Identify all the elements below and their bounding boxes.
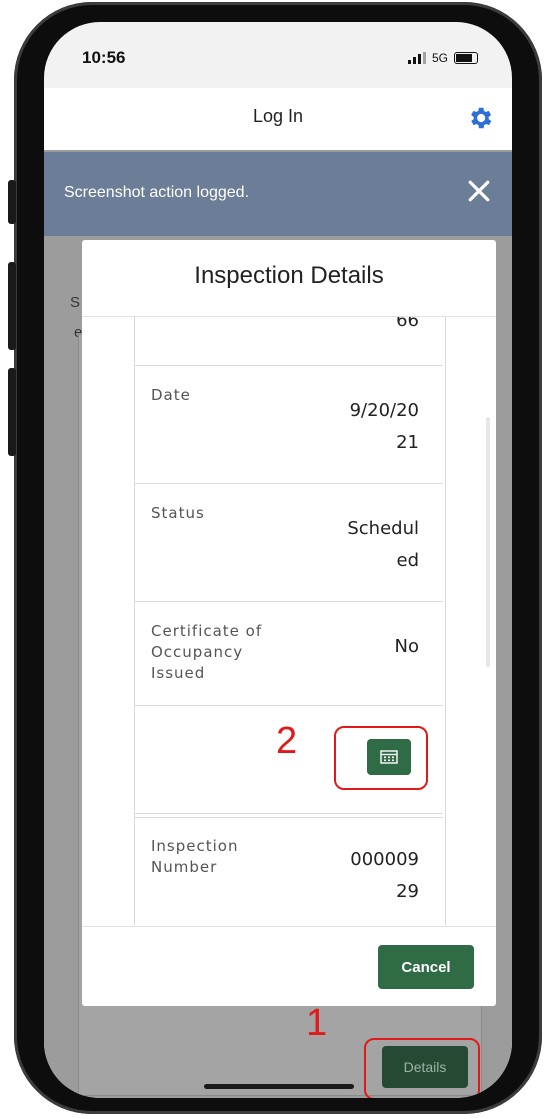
modal-scrollbar[interactable] — [486, 417, 490, 667]
network-label: 5G — [431, 51, 448, 65]
annotation-number-2: 2 — [276, 720, 298, 762]
mute-switch — [8, 180, 16, 224]
detail-value: Scheduled — [347, 518, 419, 571]
detail-row-certificate: Certificate of Occupancy Issued No — [135, 601, 443, 706]
close-icon[interactable] — [464, 176, 494, 206]
detail-value: No — [394, 636, 419, 657]
toast-notification: Screenshot action logged. — [44, 152, 512, 236]
status-time: 10:56 — [82, 48, 126, 67]
detail-label: Status — [151, 504, 205, 522]
battery-icon — [454, 52, 478, 64]
detail-row-date: Date 9/20/2021 — [135, 365, 443, 484]
nav-bar: Log In — [44, 88, 512, 150]
detail-label: Date — [151, 386, 191, 404]
volume-down-button — [8, 368, 16, 456]
modal-footer: Cancel — [82, 926, 496, 1006]
home-indicator — [204, 1084, 354, 1089]
annotation-box-2 — [334, 726, 428, 790]
modal-header: Inspection Details — [82, 240, 496, 317]
detail-card: 66 Date 9/20/2021 Status Scheduled Certi… — [134, 317, 446, 925]
nav-title: Log In — [252, 106, 304, 126]
detail-value: 66 — [396, 317, 419, 331]
detail-label: Certificate of Occupancy Issued — [151, 622, 263, 682]
annotation-box-1 — [364, 1038, 480, 1098]
annotation-number-1: 1 — [306, 1002, 328, 1044]
detail-value: 00000929 — [350, 849, 419, 902]
gear-icon[interactable] — [466, 104, 494, 132]
background-text: S — [70, 294, 81, 311]
cancel-button[interactable]: Cancel — [378, 945, 474, 989]
inspection-details-modal: Inspection Details 66 Date 9/20/2021 Sta… — [82, 240, 496, 1006]
modal-title: Inspection Details — [194, 262, 384, 289]
detail-row: 66 — [135, 317, 443, 366]
modal-body[interactable]: 66 Date 9/20/2021 Status Scheduled Certi… — [82, 317, 496, 925]
phone-screen: 10:56 5G Log In S e Details Screenshot a… — [44, 22, 512, 1098]
detail-row-status: Status Scheduled — [135, 483, 443, 602]
status-bar: 10:56 5G — [44, 22, 512, 84]
volume-up-button — [8, 262, 16, 350]
toast-message: Screenshot action logged. — [64, 184, 250, 201]
detail-label: Inspection Number — [151, 837, 239, 876]
status-indicators: 5G — [407, 51, 478, 65]
signal-icon — [407, 52, 426, 64]
detail-row-inspection-number: Inspection Number 00000929 — [135, 817, 443, 925]
detail-value: 9/20/2021 — [349, 400, 419, 453]
